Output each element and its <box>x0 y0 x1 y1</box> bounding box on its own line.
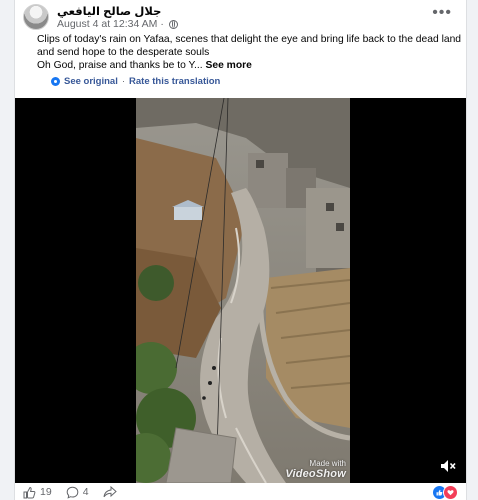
comment-count: 4 <box>82 486 89 498</box>
see-more-link[interactable]: See more <box>206 60 252 71</box>
video-player[interactable]: Made with VideoShow <box>15 98 466 483</box>
more-options-button[interactable]: ••• <box>432 5 452 21</box>
post-header: جلال صالح اليافعي August 4 at 12:34 AM ·… <box>23 4 458 36</box>
post-timestamp[interactable]: August 4 at 12:34 AM <box>57 18 157 30</box>
comment-bubble-icon <box>66 486 78 499</box>
author-name[interactable]: جلال صالح اليافعي <box>57 4 161 18</box>
meta-separator: · <box>160 18 164 30</box>
love-reaction-icon <box>443 485 458 500</box>
like-button[interactable]: 19 <box>23 486 52 499</box>
rain-valley-scene <box>136 98 350 483</box>
share-arrow-icon <box>103 486 117 498</box>
thumbs-up-icon <box>23 486 36 498</box>
speaker-muted-icon[interactable] <box>440 459 456 473</box>
author-avatar[interactable] <box>23 4 49 30</box>
comment-button[interactable]: 4 <box>66 486 89 499</box>
translate-icon <box>51 77 60 86</box>
post-meta: August 4 at 12:34 AM · <box>57 18 178 30</box>
video-watermark: Made with VideoShow <box>285 458 346 480</box>
share-button[interactable] <box>103 486 117 498</box>
post-text: Clips of today's rain on Yafaa, scenes t… <box>37 33 467 72</box>
like-count: 19 <box>40 486 52 498</box>
translation-bar: See original · Rate this translation <box>51 76 220 87</box>
reaction-summary[interactable] <box>432 485 458 500</box>
see-original-link[interactable]: See original <box>64 76 118 87</box>
post-text-line-1: Clips of today's rain on Yafaa, scenes t… <box>37 34 462 58</box>
translation-separator: · <box>121 76 126 87</box>
video-frame[interactable]: Made with VideoShow <box>136 98 350 483</box>
post-footer: 19 4 <box>23 484 458 500</box>
facebook-post: جلال صالح اليافعي August 4 at 12:34 AM ·… <box>14 0 467 500</box>
globe-icon <box>168 19 178 29</box>
watermark-brand: VideoShow <box>285 468 346 480</box>
rate-translation-link[interactable]: Rate this translation <box>129 76 220 87</box>
post-text-truncated: Oh God, praise and thanks be to Y... <box>37 60 203 71</box>
post-text-line-2: Oh God, praise and thanks be to Y... See… <box>37 59 467 72</box>
